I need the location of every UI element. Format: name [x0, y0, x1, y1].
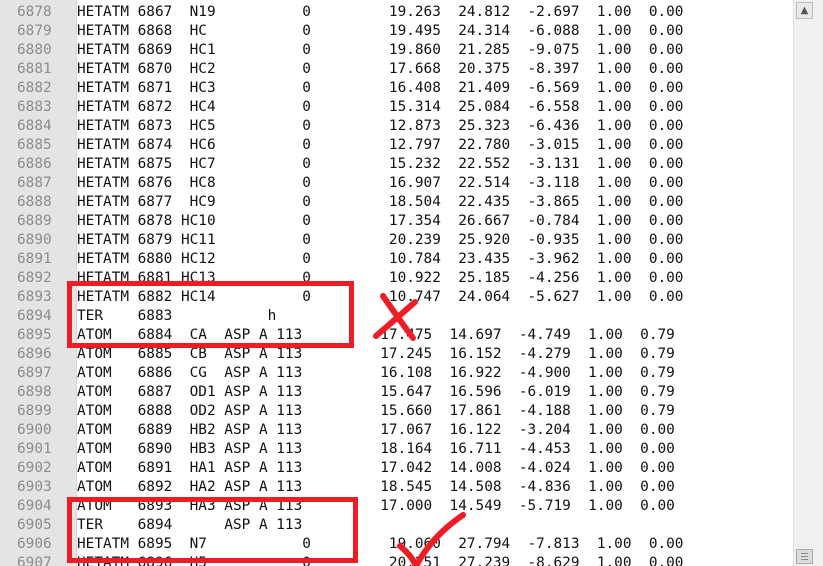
annotation-layer: [373, 293, 466, 566]
check-mark-icon: [397, 512, 466, 566]
cross-mark-icon: [373, 293, 418, 341]
